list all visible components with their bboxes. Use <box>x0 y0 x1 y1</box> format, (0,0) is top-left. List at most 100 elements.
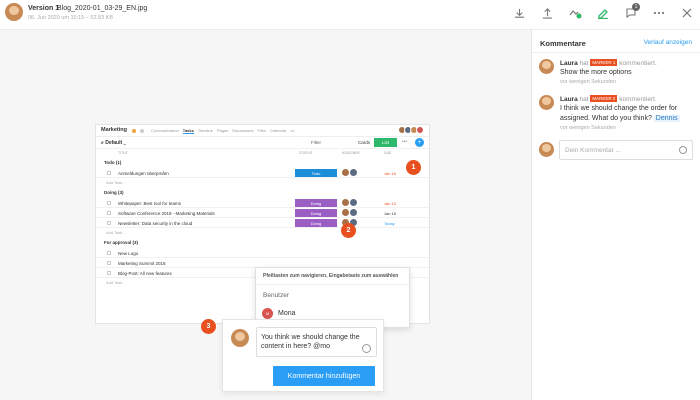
task-group-header: Todo (1) <box>104 160 122 165</box>
marker-2[interactable]: 2 <box>341 223 356 238</box>
preview-avatars <box>398 126 424 134</box>
task-row: Whitepaper: Best tool for teams Doing Jan … <box>96 198 429 208</box>
comment-input[interactable]: You think we should change the content i… <box>256 327 377 357</box>
mention-option-label: Mona <box>278 310 296 317</box>
preview-cards: Cards <box>358 140 371 145</box>
avatar <box>231 329 249 347</box>
preview-tab-active: Tasks <box>182 128 194 134</box>
preview-tab: Timeline <box>197 128 213 133</box>
dropdown-hint: Pfeiltasten zum navigieren, Eingabetaste… <box>263 273 399 279</box>
avatar <box>416 126 424 134</box>
add-task-link: Add Task... <box>106 180 126 185</box>
avatar <box>539 59 554 74</box>
close-icon[interactable] <box>680 6 694 20</box>
new-comment-popup: You think we should change the content i… <box>222 319 384 392</box>
history-link[interactable]: Verlauf anzeigen <box>644 39 692 46</box>
marker-badge[interactable]: MARKER 2 <box>590 95 618 102</box>
toolbar-icons: 1 <box>512 3 694 20</box>
preview-tab: Discussions <box>232 128 254 133</box>
avatar <box>539 95 554 110</box>
task-due: Jan 12 <box>384 201 397 206</box>
task-checkbox <box>107 271 111 275</box>
preview-brand: Marketing <box>101 127 127 133</box>
preview-view-label: Default <box>105 140 123 146</box>
preview-view-select: ⌕ Default ⌄ <box>101 140 126 146</box>
task-assignees <box>342 169 358 176</box>
emoji-icon[interactable] <box>679 146 687 154</box>
column-header: STATUS <box>299 151 313 155</box>
avatar <box>350 169 357 176</box>
more-icon[interactable] <box>652 6 666 20</box>
task-due: Jan 16 <box>384 171 397 176</box>
avatar <box>342 199 349 206</box>
new-comment-input[interactable] <box>559 140 693 160</box>
marker-3[interactable]: 3 <box>201 319 216 334</box>
preview-add-icon: + <box>415 138 424 147</box>
notification-badge: 1 <box>632 3 640 11</box>
status-icon <box>140 129 144 133</box>
task-title: Blog-Post: All new features <box>118 271 172 276</box>
mention-tag[interactable]: Dennis <box>653 114 680 122</box>
divider <box>532 52 700 53</box>
task-title: Software Conference 2018 - Marketing Mat… <box>118 211 215 216</box>
add-comment-button[interactable]: Kommentar hinzufügen <box>273 366 375 386</box>
task-status: Doing <box>295 209 337 217</box>
task-checkbox <box>107 201 111 205</box>
comment-verb: kommentiert. <box>619 60 657 67</box>
task-checkbox <box>107 171 111 175</box>
comment-time: vor wenigen Sekunden <box>560 125 616 131</box>
avatar <box>342 169 349 176</box>
approve-icon[interactable] <box>568 6 582 20</box>
preview-filter: Filter <box>311 140 321 145</box>
emoji-icon[interactable] <box>362 344 371 353</box>
file-name: Blog_2020-01_03-29_EN.jpg <box>57 5 148 12</box>
dropdown-group-label: Benutzer <box>263 292 290 299</box>
file-meta: 06. Jun 2020 um 10:15 – 52.83 KB <box>28 15 114 21</box>
divider <box>256 284 409 285</box>
task-row: New Logo <box>96 248 429 258</box>
mention-option-mona[interactable]: M Mona <box>262 308 296 319</box>
task-assignees <box>342 199 358 206</box>
panel-title: Kommentare <box>540 39 586 48</box>
comment-author: Laura <box>560 96 578 103</box>
top-bar: Version 1 Blog_2020-01_03-29_EN.jpg 06. … <box>0 0 700 30</box>
pen-icon[interactable] <box>596 6 610 20</box>
column-header: TITLE <box>118 151 128 155</box>
preview-tab: Pages <box>216 128 229 133</box>
preview-tab: ••• <box>290 128 295 133</box>
user-avatar <box>5 3 23 21</box>
version-label: Version 1 <box>28 5 60 12</box>
marker-badge[interactable]: MARKER 1 <box>590 59 618 66</box>
task-title: Whitepaper: Best tool for teams <box>118 201 182 206</box>
task-group-header: Doing (3) <box>104 190 124 195</box>
task-due: Jan 15 <box>384 211 397 216</box>
comment-author: Laura <box>560 60 578 67</box>
upload-icon[interactable] <box>540 6 554 20</box>
star-icon <box>132 129 136 133</box>
preview-tabs: Communication Tasks Timeline Pages Discu… <box>151 128 294 134</box>
marker-1[interactable]: 1 <box>406 160 421 175</box>
comment-header: Laura hat MARKER 2 kommentiert. <box>560 95 657 103</box>
task-row: Software Conference 2018 - Marketing Mat… <box>96 208 429 218</box>
task-due: Today <box>384 221 395 226</box>
add-task-link: Add Task... <box>106 230 126 235</box>
preview-list: List <box>374 138 397 147</box>
column-header: DUE <box>384 151 392 155</box>
comment-time: vor wenigen Sekunden <box>560 79 616 85</box>
task-checkbox <box>107 211 111 215</box>
comments-panel: Kommentare Verlauf anzeigen Laura hat MA… <box>531 30 700 400</box>
task-title: Anmeldungen überprüfen <box>118 171 169 176</box>
comment-text: I think we should change the order for a… <box>560 104 695 123</box>
task-title: Marketing Summit 2018 <box>118 261 166 266</box>
comments-icon[interactable]: 1 <box>624 3 640 20</box>
preview-tab: Communication <box>151 128 179 133</box>
download-icon[interactable] <box>512 6 526 20</box>
comment-header: Laura hat MARKER 1 kommentiert. <box>560 59 657 67</box>
avatar <box>350 199 357 206</box>
preview-column-headers: TITLE STATUS ASSIGNEE DUE <box>96 149 429 157</box>
task-status: Doing <box>295 219 337 227</box>
preview-tab: Files <box>257 128 266 133</box>
task-status: Todo <box>295 169 337 177</box>
task-checkbox <box>107 261 111 265</box>
task-row: Anmeldungen überprüfen Todo Jan 16 <box>96 168 429 178</box>
